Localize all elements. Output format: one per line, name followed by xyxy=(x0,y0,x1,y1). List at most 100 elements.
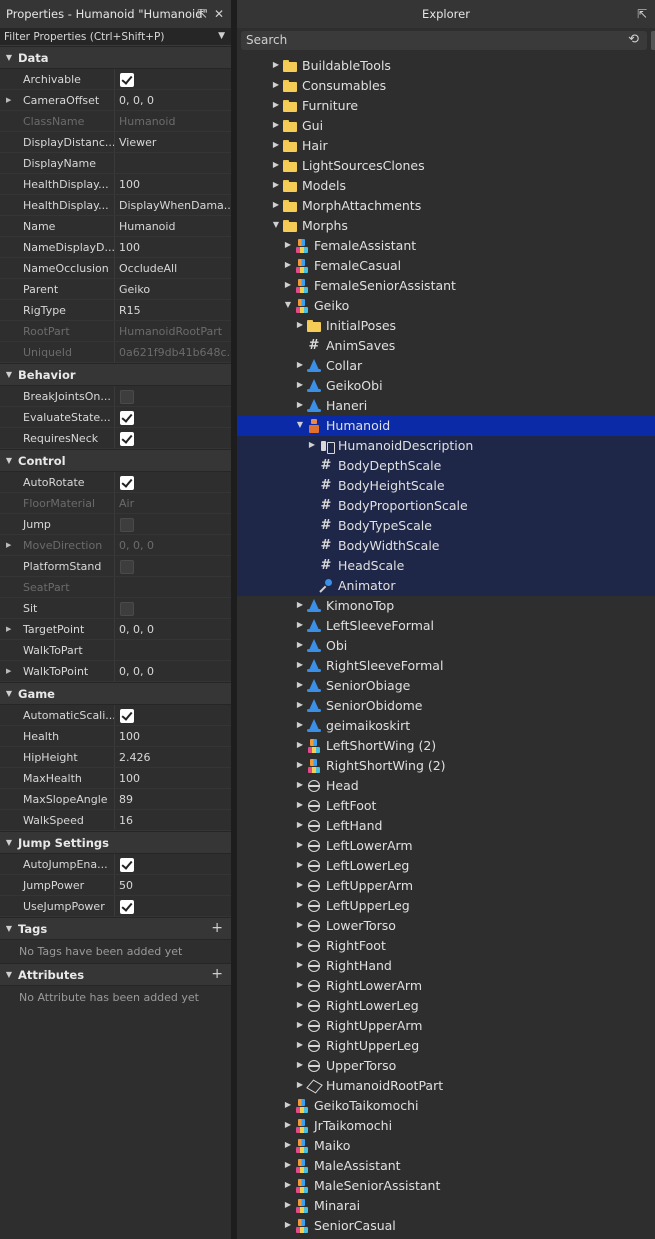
property-value[interactable]: 100 xyxy=(115,237,231,258)
property-value[interactable] xyxy=(115,896,231,917)
expand-arrow-icon[interactable]: ▶ xyxy=(295,780,305,789)
expand-arrow-icon[interactable]: ▶ xyxy=(283,280,293,289)
property-row[interactable]: Parent Geiko xyxy=(0,279,231,300)
checkbox[interactable] xyxy=(120,899,134,914)
category-data[interactable]: ▼ Data xyxy=(0,46,231,69)
property-row[interactable]: AutoRotate xyxy=(0,472,231,493)
collapse-arrow-icon[interactable]: ▼ xyxy=(0,838,18,847)
category-behavior[interactable]: ▼ Behavior xyxy=(0,363,231,386)
property-value[interactable]: 2.426 xyxy=(115,747,231,768)
property-row[interactable]: MaxSlopeAngle 89 xyxy=(0,789,231,810)
expand-arrow-icon[interactable]: ▶ xyxy=(295,840,305,849)
collapse-arrow-icon[interactable]: ▼ xyxy=(0,53,18,62)
category-tags[interactable]: ▼ Tags + xyxy=(0,917,231,940)
checkbox[interactable] xyxy=(120,431,134,446)
expand-arrow-icon[interactable]: ▶ xyxy=(295,360,305,369)
expand-arrow-icon[interactable]: ▶ xyxy=(271,60,281,69)
collapse-arrow-icon[interactable]: ▼ xyxy=(0,456,18,465)
property-value[interactable]: Humanoid xyxy=(115,216,231,237)
tree-item-obi[interactable]: ▶ Obi xyxy=(237,636,655,656)
tree-item-femaleseniorassistant[interactable]: ▶ FemaleSeniorAssistant xyxy=(237,276,655,296)
tree-item-initialposes[interactable]: ▶ InitialPoses xyxy=(237,316,655,336)
property-row[interactable]: NameDisplayD... 100 xyxy=(0,237,231,258)
property-row[interactable]: ▶ CameraOffset 0, 0, 0 xyxy=(0,90,231,111)
tree-item-animsaves[interactable]: # AnimSaves xyxy=(237,336,655,356)
expand-arrow-icon[interactable]: ▶ xyxy=(295,400,305,409)
undock-icon[interactable]: ⇱ xyxy=(635,7,649,21)
property-value[interactable]: 89 xyxy=(115,789,231,810)
property-value[interactable] xyxy=(115,705,231,726)
tree-item-bodyheightscale[interactable]: # BodyHeightScale xyxy=(237,476,655,496)
add-icon[interactable]: + xyxy=(211,966,223,982)
expand-arrow-icon[interactable]: ▶ xyxy=(295,1020,305,1029)
tree-item-rightlowerleg[interactable]: ▶ RightLowerLeg xyxy=(237,996,655,1016)
tree-item-geikotaikomochi[interactable]: ▶ GeikoTaikomochi xyxy=(237,1096,655,1116)
checkbox[interactable] xyxy=(120,517,134,532)
collapse-arrow-icon[interactable]: ▼ xyxy=(0,689,18,698)
category-attributes[interactable]: ▼ Attributes + xyxy=(0,963,231,986)
property-row[interactable]: WalkToPart xyxy=(0,640,231,661)
expand-arrow-icon[interactable]: ▶ xyxy=(295,640,305,649)
checkbox[interactable] xyxy=(120,601,134,616)
tree-item-collar[interactable]: ▶ Collar xyxy=(237,356,655,376)
tree-item-geimaikoskirt[interactable]: ▶ geimaikoskirt xyxy=(237,716,655,736)
property-value[interactable]: Geiko xyxy=(115,279,231,300)
property-row[interactable]: AutomaticScali... xyxy=(0,705,231,726)
tree-item-rightupperleg[interactable]: ▶ RightUpperLeg xyxy=(237,1036,655,1056)
tree-item-morphs[interactable]: ▼ Morphs xyxy=(237,216,655,236)
property-value[interactable] xyxy=(115,854,231,875)
collapse-arrow-icon[interactable]: ▼ xyxy=(283,300,293,309)
tree-item-leftsleeveformal[interactable]: ▶ LeftSleeveFormal xyxy=(237,616,655,636)
add-icon[interactable]: + xyxy=(211,920,223,936)
tree-item-rightshortwing-2[interactable]: ▶ RightShortWing (2) xyxy=(237,756,655,776)
checkbox[interactable] xyxy=(120,475,134,490)
tree-item-femaleassistant[interactable]: ▶ FemaleAssistant xyxy=(237,236,655,256)
expand-arrow-icon[interactable]: ▶ xyxy=(295,960,305,969)
expand-arrow-icon[interactable]: ▶ xyxy=(295,880,305,889)
property-value[interactable]: Viewer xyxy=(115,132,231,153)
property-value[interactable] xyxy=(115,428,231,449)
tree-item-bodydepthscale[interactable]: # BodyDepthScale xyxy=(237,456,655,476)
expand-arrow-icon[interactable]: ▶ xyxy=(295,920,305,929)
chevron-down-icon[interactable]: ▼ xyxy=(218,31,225,41)
expand-arrow-icon[interactable]: ▶ xyxy=(295,740,305,749)
search-scope-button[interactable] xyxy=(651,31,655,50)
checkbox[interactable] xyxy=(120,857,134,872)
tree-item-kimonotop[interactable]: ▶ KimonoTop xyxy=(237,596,655,616)
expand-arrow-icon[interactable]: ▶ xyxy=(295,800,305,809)
tree-item-righthand[interactable]: ▶ RightHand xyxy=(237,956,655,976)
expand-arrow-icon[interactable]: ▶ xyxy=(295,860,305,869)
tree-item-seniorobiage[interactable]: ▶ SeniorObiage xyxy=(237,676,655,696)
expand-arrow-icon[interactable]: ▶ xyxy=(295,700,305,709)
expand-arrow-icon[interactable]: ▶ xyxy=(295,680,305,689)
collapse-arrow-icon[interactable]: ▼ xyxy=(0,970,18,979)
tree-item-maleassistant[interactable]: ▶ MaleAssistant xyxy=(237,1156,655,1176)
property-row[interactable]: RequiresNeck xyxy=(0,428,231,449)
expand-arrow-icon[interactable]: ▶ xyxy=(307,440,317,449)
tree-item-leftlowerleg[interactable]: ▶ LeftLowerLeg xyxy=(237,856,655,876)
tree-item-leftfoot[interactable]: ▶ LeftFoot xyxy=(237,796,655,816)
property-row[interactable]: RigType R15 xyxy=(0,300,231,321)
expand-arrow-icon[interactable]: ▶ xyxy=(295,1080,305,1089)
expand-arrow-icon[interactable]: ▶ xyxy=(295,900,305,909)
tree-item-bodyproportionscale[interactable]: # BodyProportionScale xyxy=(237,496,655,516)
tree-item-seniorobidome[interactable]: ▶ SeniorObidome xyxy=(237,696,655,716)
tree-item-humanoiddescription[interactable]: ▶ HumanoidDescription xyxy=(237,436,655,456)
property-value[interactable]: 100 xyxy=(115,768,231,789)
filter-properties-input[interactable]: Filter Properties (Ctrl+Shift+P) ▼ xyxy=(0,28,231,46)
tree-item-rightupperarm[interactable]: ▶ RightUpperArm xyxy=(237,1016,655,1036)
expand-arrow-icon[interactable]: ▶ xyxy=(295,720,305,729)
property-value[interactable] xyxy=(115,472,231,493)
expand-arrow-icon[interactable]: ▶ xyxy=(271,140,281,149)
tree-item-femalecasual[interactable]: ▶ FemaleCasual xyxy=(237,256,655,276)
tree-item-leftlowerarm[interactable]: ▶ LeftLowerArm xyxy=(237,836,655,856)
property-value[interactable] xyxy=(115,556,231,577)
property-row[interactable]: ▶ TargetPoint 0, 0, 0 xyxy=(0,619,231,640)
property-row[interactable]: AutoJumpEna... xyxy=(0,854,231,875)
property-row[interactable]: Jump xyxy=(0,514,231,535)
expand-arrow-icon[interactable]: ▶ xyxy=(283,1160,293,1169)
tree-item-maiko[interactable]: ▶ Maiko xyxy=(237,1136,655,1156)
collapse-arrow-icon[interactable]: ▼ xyxy=(271,220,281,229)
expand-arrow-icon[interactable]: ▶ xyxy=(295,320,305,329)
property-row[interactable]: SeatPart xyxy=(0,577,231,598)
